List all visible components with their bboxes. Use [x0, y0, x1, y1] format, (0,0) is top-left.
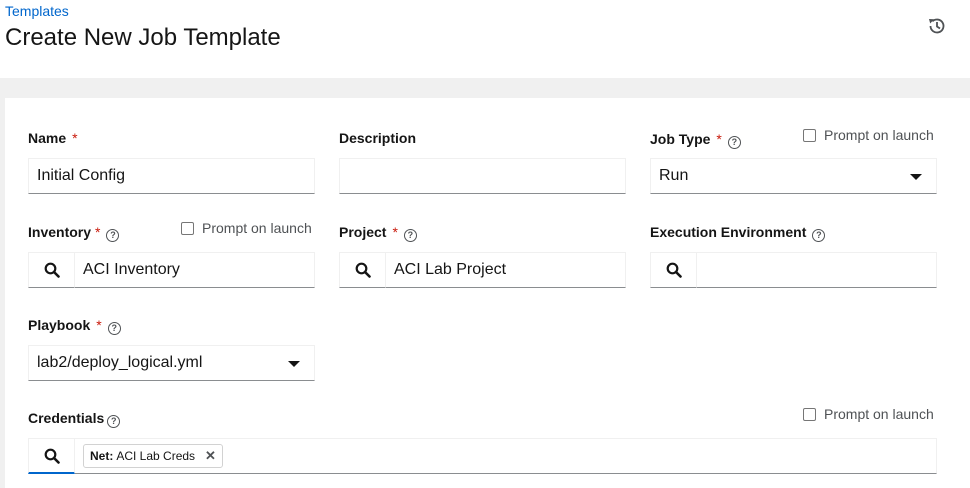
help-icon[interactable]: ? — [727, 136, 741, 149]
playbook-select[interactable]: lab2/deploy_logical.yml — [28, 345, 315, 381]
help-icon[interactable]: ? — [403, 229, 417, 242]
playbook-value: lab2/deploy_logical.yml — [37, 354, 203, 371]
required-marker: * — [96, 317, 102, 333]
execution-environment-input[interactable] — [697, 252, 937, 288]
description-input[interactable] — [339, 158, 626, 194]
chip-name: ACI Lab Creds — [116, 449, 196, 463]
credentials-chip-group[interactable]: Net: ACI Lab Creds ✕ — [75, 438, 937, 474]
inventory-label: Inventory *? — [28, 224, 120, 242]
checkbox[interactable] — [181, 221, 194, 235]
help-icon[interactable]: ? — [107, 415, 121, 428]
credential-chip: Net: ACI Lab Creds ✕ — [83, 444, 223, 468]
job-template-form: Name * Initial Config Description Job Typ… — [5, 98, 970, 488]
project-input[interactable]: ACI Lab Project — [386, 252, 626, 288]
credentials-label-text: Credentials — [28, 410, 105, 426]
project-label: Project *? — [339, 224, 417, 242]
inventory-prompt-on-launch[interactable]: Prompt on launch — [181, 220, 312, 236]
page-title: Create New Job Template — [5, 24, 281, 51]
playbook-label: Playbook *? — [28, 317, 121, 335]
close-icon[interactable]: ✕ — [205, 448, 216, 464]
search-icon — [355, 262, 371, 278]
page-header: Templates Create New Job Template — [0, 0, 970, 78]
project-lookup: ACI Lab Project — [339, 252, 626, 288]
inventory-label-text: Inventory — [28, 224, 92, 240]
inventory-lookup: ACI Inventory — [28, 252, 315, 288]
caret-down-icon — [910, 174, 922, 180]
chip-type: Net: — [90, 449, 114, 463]
description-label: Description — [339, 130, 417, 146]
history-icon[interactable] — [927, 16, 947, 36]
name-label: Name * — [28, 130, 78, 146]
checkbox[interactable] — [803, 128, 816, 142]
required-marker: * — [716, 131, 722, 147]
execution-environment-search-button[interactable] — [650, 252, 697, 288]
breadcrumb-templates[interactable]: Templates — [5, 3, 69, 19]
help-icon[interactable]: ? — [106, 229, 120, 242]
caret-down-icon — [288, 361, 300, 367]
execution-environment-lookup — [650, 252, 937, 288]
job-type-select[interactable]: Run — [650, 158, 937, 194]
search-icon — [44, 448, 60, 464]
inventory-input[interactable]: ACI Inventory — [75, 252, 315, 288]
credentials-search-button[interactable] — [28, 438, 75, 474]
checkbox[interactable] — [803, 407, 816, 421]
prompt-label: Prompt on launch — [824, 127, 934, 143]
job-type-label: Job Type *? — [650, 131, 741, 149]
prompt-label: Prompt on launch — [824, 406, 934, 422]
help-icon[interactable]: ? — [812, 229, 826, 242]
search-icon — [666, 262, 682, 278]
inventory-search-button[interactable] — [28, 252, 75, 288]
project-label-text: Project — [339, 224, 387, 240]
playbook-label-text: Playbook — [28, 317, 91, 333]
job-type-prompt-on-launch[interactable]: Prompt on launch — [803, 127, 934, 143]
job-type-label-text: Job Type — [650, 131, 711, 147]
job-type-value: Run — [659, 167, 689, 184]
project-search-button[interactable] — [339, 252, 386, 288]
credentials-prompt-on-launch[interactable]: Prompt on launch — [803, 406, 934, 422]
credentials-label: Credentials? — [28, 410, 121, 428]
prompt-label: Prompt on launch — [202, 220, 312, 236]
search-icon — [44, 262, 60, 278]
execution-environment-label-text: Execution Environment — [650, 224, 807, 240]
execution-environment-label: Execution Environment? — [650, 224, 826, 242]
name-label-text: Name — [28, 130, 67, 146]
name-input[interactable]: Initial Config — [28, 158, 315, 194]
credentials-lookup: Net: ACI Lab Creds ✕ — [28, 438, 937, 474]
required-marker: * — [72, 130, 78, 146]
required-marker: * — [392, 224, 398, 240]
required-marker: * — [95, 224, 101, 240]
help-icon[interactable]: ? — [107, 322, 121, 335]
